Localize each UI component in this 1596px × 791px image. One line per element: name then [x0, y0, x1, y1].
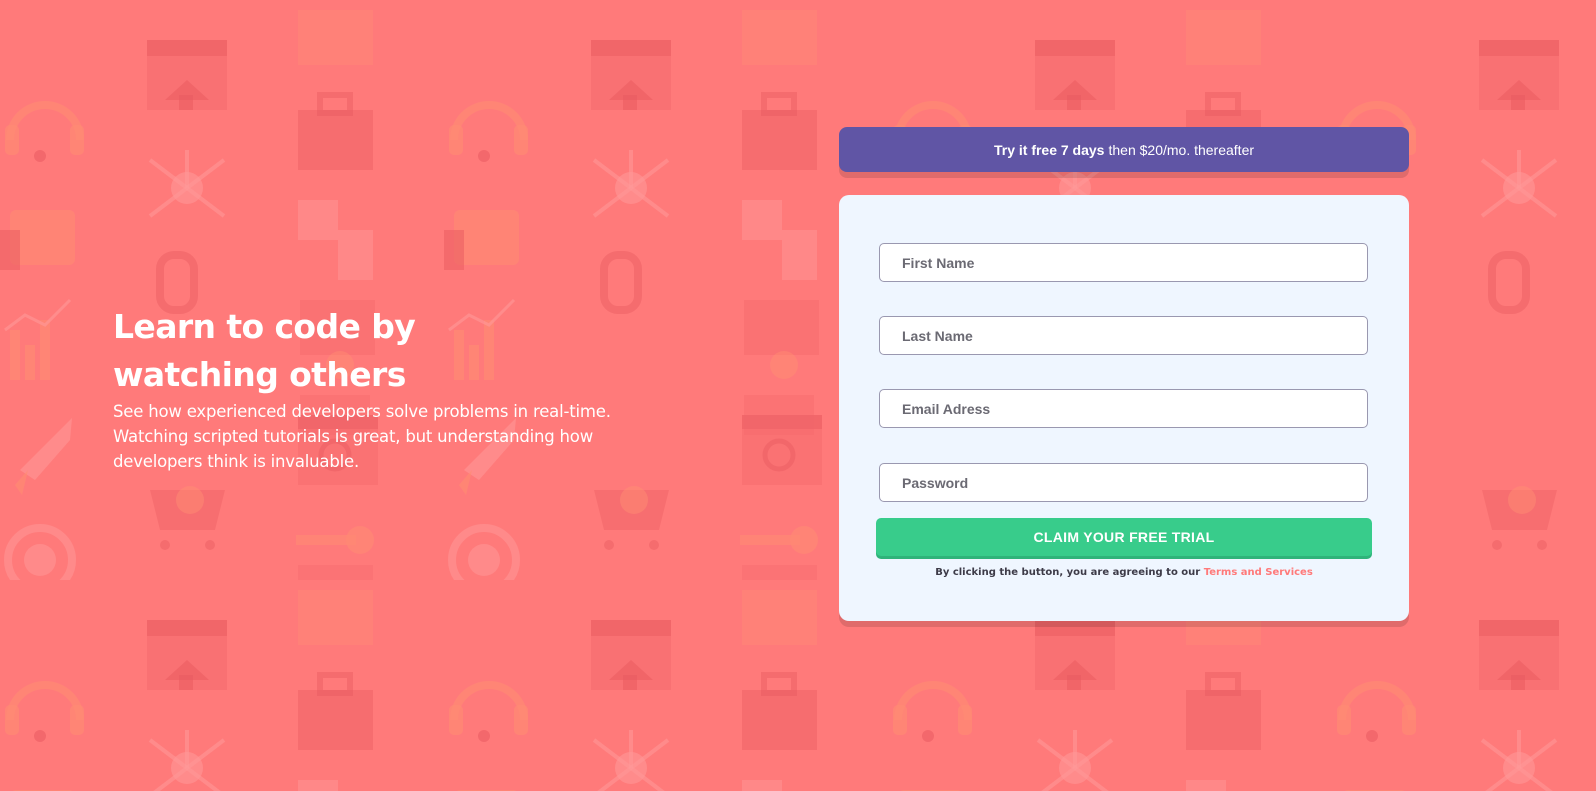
email-input[interactable] [879, 389, 1368, 428]
promo-strong-text: Try it free 7 days [993, 141, 1105, 158]
first-name-input[interactable] [879, 243, 1368, 282]
password-input[interactable] [879, 463, 1368, 502]
hero-description: See how experienced developers solve pro… [113, 399, 633, 474]
terms-text: By clicking the button, you are agreeing… [935, 567, 1204, 578]
hero-description-line1: See how experienced developers solve pro… [113, 402, 611, 421]
hero-title: Learn to code by watching others [113, 303, 633, 399]
terms-link[interactable]: Terms and Services [1204, 567, 1313, 578]
hero-title-line2: watching others [113, 355, 406, 394]
hero-section: Learn to code by watching others See how… [113, 303, 633, 474]
promo-rest-text: then $20/mo. thereafter [1108, 141, 1255, 158]
promo-banner: Try it free 7 days then $20/mo. thereaft… [839, 127, 1409, 172]
hero-description-line3: developers think is invaluable. [113, 452, 359, 471]
signup-form: CLAIM YOUR FREE TRIAL By clicking the bu… [839, 195, 1409, 621]
terms-notice: By clicking the button, you are agreeing… [839, 567, 1409, 578]
claim-free-trial-button[interactable]: CLAIM YOUR FREE TRIAL [876, 518, 1372, 556]
hero-title-line1: Learn to code by [113, 307, 416, 346]
last-name-input[interactable] [879, 316, 1368, 355]
hero-description-line2: Watching scripted tutorials is great, bu… [113, 427, 594, 446]
